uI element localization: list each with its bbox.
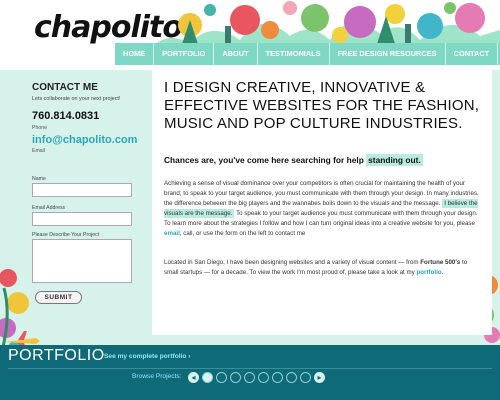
browse-projects-label: Browse Projects: xyxy=(132,373,182,380)
header: chapolito HOME PORTFOLIO ABOUT TESTIMONI… xyxy=(0,0,500,70)
nav-item-portfolio[interactable]: PORTFOLIO xyxy=(154,43,215,65)
project-textarea[interactable] xyxy=(32,239,132,283)
about-paragraph: Located in San Diego, I have been design… xyxy=(164,258,482,278)
chevron-left-icon: ◂ xyxy=(191,373,196,382)
about-portfolio-link[interactable]: portfolio xyxy=(416,269,441,276)
portfolio-section: PORTFOLIO See my complete portfolio › Br… xyxy=(0,345,500,400)
nav-item-about[interactable]: ABOUT xyxy=(214,43,258,65)
chevron-right-icon: ▸ xyxy=(317,373,322,382)
pager-dot[interactable] xyxy=(202,372,213,383)
intro-paragraph: Achieving a sense of visual dominance ov… xyxy=(164,179,482,239)
tagline-highlight: standing out. xyxy=(366,154,423,166)
phone-label: Phone xyxy=(32,125,48,131)
nav-item-testimonials[interactable]: TESTIMONIALS xyxy=(258,43,330,65)
contact-title: CONTACT ME xyxy=(32,82,98,93)
pager-dot[interactable] xyxy=(272,372,283,383)
portfolio-title: PORTFOLIO xyxy=(8,347,105,364)
intro-text-a: Achieving a sense of visual dominance ov… xyxy=(164,180,479,207)
tagline-text: Chances are, you've come here searching … xyxy=(164,155,364,165)
about-fortune-500: Fortune 500's xyxy=(420,259,461,266)
pager-prev-button[interactable]: ◂ xyxy=(188,372,199,383)
nav-item-free-design-resources[interactable]: FREE DESIGN RESOURCES xyxy=(330,43,446,65)
pager-dot[interactable] xyxy=(286,372,297,383)
portfolio-divider xyxy=(8,368,492,369)
pager-dot[interactable] xyxy=(216,372,227,383)
pager-dot[interactable] xyxy=(300,372,311,383)
submit-button[interactable]: SUBMIT xyxy=(35,291,82,304)
about-text-c: . xyxy=(441,269,444,276)
main-nav: HOME PORTFOLIO ABOUT TESTIMONIALS FREE D… xyxy=(115,43,500,65)
about-text-a: Located in San Diego, I have been design… xyxy=(164,259,419,266)
intro-email-link[interactable]: email xyxy=(164,230,180,237)
contact-intro: Lets collaborate on your next project! xyxy=(32,96,121,102)
nav-item-home[interactable]: HOME xyxy=(115,43,155,65)
email-input[interactable] xyxy=(32,212,132,226)
project-pager: ◂ ▸ xyxy=(188,372,325,383)
name-input[interactable] xyxy=(32,183,132,197)
pager-dot[interactable] xyxy=(244,372,255,383)
pager-dot[interactable] xyxy=(230,372,241,383)
email-link[interactable]: info@chapolito.com xyxy=(32,134,137,146)
email-field-label: Email Address xyxy=(32,205,66,211)
page-headline: I DESIGN CREATIVE, INNOVATIVE & EFFECTIV… xyxy=(164,79,480,132)
tagline: Chances are, you've come here searching … xyxy=(164,154,423,166)
email-label: Email xyxy=(32,148,45,154)
main-content: I DESIGN CREATIVE, INNOVATIVE & EFFECTIV… xyxy=(152,70,492,335)
complete-portfolio-link[interactable]: See my complete portfolio › xyxy=(104,353,190,360)
project-field-label: Please Describe Your Project xyxy=(32,232,100,238)
pager-next-button[interactable]: ▸ xyxy=(314,372,325,383)
intro-text-c: , call, or use the form on the left to c… xyxy=(179,230,306,237)
phone-number: 760.814.0831 xyxy=(32,110,100,122)
pager-dot[interactable] xyxy=(258,372,269,383)
contact-panel: CONTACT ME Lets collaborate on your next… xyxy=(27,78,147,328)
name-field-label: Name xyxy=(32,176,46,182)
nav-item-contact[interactable]: CONTACT xyxy=(446,43,499,65)
